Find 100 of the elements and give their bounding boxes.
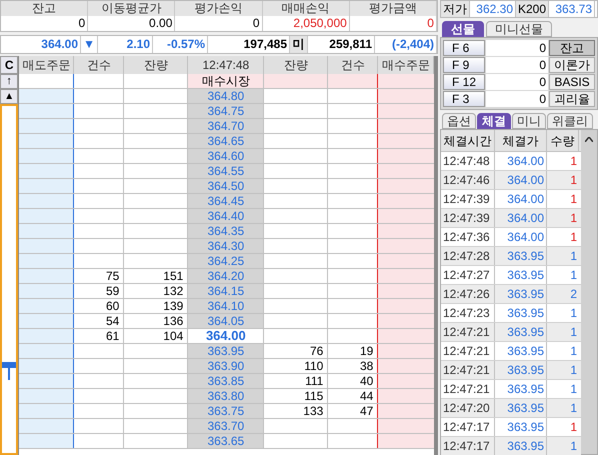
price-cell[interactable]: 364.15 — [188, 284, 264, 298]
buy-order-cell[interactable] — [378, 419, 434, 433]
sell-order-cell[interactable] — [19, 104, 74, 118]
price-cell[interactable]: 364.05 — [188, 314, 264, 328]
sell-order-cell[interactable] — [19, 134, 74, 148]
market-buy-label[interactable]: 매수시장 — [188, 74, 264, 88]
sell-order-cell[interactable] — [19, 299, 74, 313]
sell-order-cell[interactable] — [19, 434, 74, 448]
trade-price: 363.95 — [495, 323, 547, 341]
price-cell[interactable]: 363.80 — [188, 389, 264, 403]
sell-order-cell[interactable] — [19, 119, 74, 133]
scroll-up-icon[interactable] — [585, 137, 593, 142]
buy-order-cell[interactable] — [378, 89, 434, 103]
trade-tab[interactable]: 옵션 — [442, 113, 476, 129]
sell-order-cell[interactable] — [19, 239, 74, 253]
buy-order-cell[interactable] — [378, 134, 434, 148]
buy-order-cell[interactable] — [378, 104, 434, 118]
trade-price: 363.95 — [495, 399, 547, 417]
buy-order-cell[interactable] — [378, 374, 434, 388]
price-cell[interactable]: 364.60 — [188, 149, 264, 163]
contract-button[interactable]: F 3 — [443, 91, 485, 107]
sell-order-cell[interactable] — [19, 284, 74, 298]
view-button[interactable]: 이론가 — [549, 57, 595, 73]
price-cell[interactable]: 364.35 — [188, 224, 264, 238]
sell-order-cell[interactable] — [19, 404, 74, 418]
sell-order-cell[interactable] — [19, 89, 74, 103]
price-cell[interactable]: 363.95 — [188, 344, 264, 358]
buy-order-cell[interactable] — [378, 359, 434, 373]
summary-value: 0 — [78, 16, 86, 31]
price-cell[interactable]: 364.75 — [188, 104, 264, 118]
top-button[interactable]: ▲ — [0, 89, 18, 104]
buy-order-cell[interactable] — [378, 194, 434, 208]
contract-button[interactable]: F 6 — [443, 40, 485, 56]
sell-order-cell[interactable] — [19, 194, 74, 208]
price-cell[interactable]: 364.30 — [188, 239, 264, 253]
sell-order-cell[interactable] — [19, 209, 74, 223]
buy-order-cell[interactable] — [378, 239, 434, 253]
futures-tab[interactable]: 선물 — [442, 21, 484, 37]
price-cell[interactable]: 363.75 — [188, 404, 264, 418]
sell-order-cell[interactable] — [19, 374, 74, 388]
price-cell[interactable]: 363.85 — [188, 374, 264, 388]
futures-tab[interactable]: 미니선물 — [486, 21, 552, 37]
up-button[interactable]: ↑ — [0, 74, 18, 89]
sell-order-cell[interactable] — [19, 224, 74, 238]
price-cell[interactable]: 363.70 — [188, 419, 264, 433]
buy-order-cell[interactable] — [378, 404, 434, 418]
price-cell[interactable]: 364.50 — [188, 179, 264, 193]
buy-order-cell[interactable] — [378, 434, 434, 448]
scrollbar[interactable] — [581, 130, 597, 454]
buy-order-cell[interactable] — [378, 344, 434, 358]
marker-icon[interactable] — [2, 362, 16, 380]
view-button[interactable]: 괴리율 — [549, 91, 595, 107]
price-cell[interactable]: 363.90 — [188, 359, 264, 373]
buy-order-cell[interactable] — [378, 389, 434, 403]
price-cell[interactable]: 364.10 — [188, 299, 264, 313]
buy-order-cell[interactable] — [378, 284, 434, 298]
price-cell[interactable]: 364.40 — [188, 209, 264, 223]
buy-order-cell[interactable] — [378, 209, 434, 223]
contract-button[interactable]: F 12 — [443, 74, 485, 90]
price-cell[interactable]: 363.65 — [188, 434, 264, 448]
buy-order-cell[interactable] — [378, 299, 434, 313]
buy-order-cell[interactable] — [378, 164, 434, 178]
sell-order-cell[interactable] — [19, 419, 74, 433]
contract-button[interactable]: F 9 — [443, 57, 485, 73]
price-cell[interactable]: 364.25 — [188, 254, 264, 268]
sell-order-cell[interactable] — [19, 164, 74, 178]
sell-order-cell[interactable] — [19, 359, 74, 373]
price-cell[interactable]: 364.80 — [188, 89, 264, 103]
clear-button[interactable]: C — [0, 56, 18, 74]
price-cell[interactable]: 364.55 — [188, 164, 264, 178]
trade-tab[interactable]: 미니 — [512, 113, 546, 129]
buy-order-cell[interactable] — [378, 149, 434, 163]
price-cell[interactable]: 364.20 — [188, 269, 264, 283]
sell-order-cell[interactable] — [19, 254, 74, 268]
price-cell[interactable]: 364.70 — [188, 119, 264, 133]
buy-order-cell[interactable] — [378, 269, 434, 283]
buy-order-cell[interactable] — [378, 74, 434, 88]
sell-order-cell[interactable] — [19, 314, 74, 328]
trade-tab[interactable]: 위클리 — [547, 113, 593, 129]
price-cell[interactable]: 364.45 — [188, 194, 264, 208]
view-button[interactable]: 잔고 — [549, 40, 595, 56]
trade-quantity: 1 — [569, 362, 578, 379]
buy-order-cell[interactable] — [378, 119, 434, 133]
sell-order-cell[interactable] — [19, 389, 74, 403]
buy-order-cell[interactable] — [378, 224, 434, 238]
sell-order-cell[interactable] — [19, 149, 74, 163]
trade-tab[interactable]: 체결 — [477, 113, 511, 129]
sell-order-cell[interactable] — [19, 269, 74, 283]
buy-order-cell[interactable] — [378, 314, 434, 328]
sell-order-cell[interactable] — [19, 179, 74, 193]
quote-label: 미 — [290, 36, 308, 53]
buy-order-cell[interactable] — [378, 179, 434, 193]
sell-order-cell[interactable] — [19, 329, 74, 343]
sell-order-cell[interactable] — [19, 344, 74, 358]
price-cell[interactable]: 364.65 — [188, 134, 264, 148]
buy-order-cell[interactable] — [378, 254, 434, 268]
buy-order-cell[interactable] — [378, 329, 434, 343]
trade-price: 363.95 — [495, 437, 547, 455]
summary-value: 0 — [252, 16, 261, 31]
view-button[interactable]: BASIS — [549, 74, 595, 90]
